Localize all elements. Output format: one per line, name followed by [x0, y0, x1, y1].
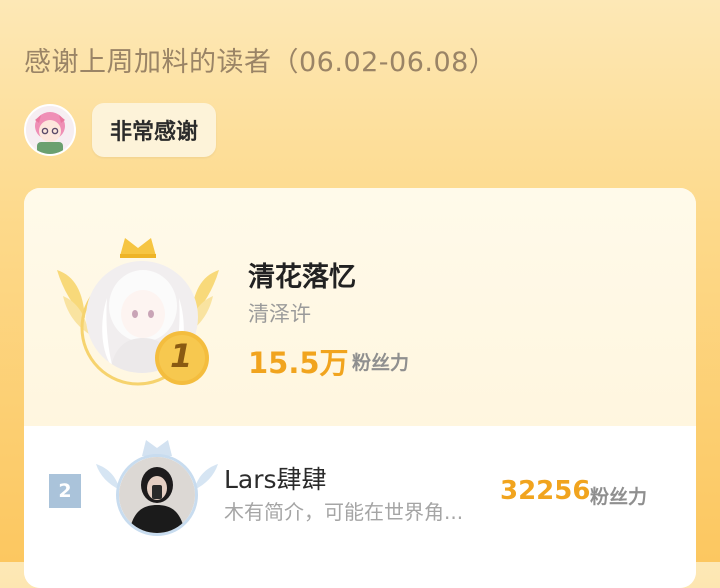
second-reader-bio: 木有简介，可能在世界角... [224, 500, 464, 524]
rank-2-number: 2 [58, 480, 72, 502]
rank-1-number: 1 [170, 337, 193, 375]
second-reader-fan-power: 32256 [500, 476, 591, 506]
second-reader-fan-power-label: 粉丝力 [590, 486, 648, 508]
first-reader-name[interactable]: 清花落忆 [248, 255, 356, 294]
thanks-bubble: 非常感谢 [92, 103, 217, 157]
rank-2-badge: 2 [49, 474, 81, 508]
page-title: 感谢上周加料的读者（06.02-06.08） [24, 47, 497, 78]
first-reader-fan-power-label: 粉丝力 [352, 352, 410, 374]
second-reader-name[interactable]: Lars肆肆 [224, 460, 327, 496]
first-reader-fan-power: 15.5万 [248, 346, 349, 380]
mascot-avatar [24, 104, 76, 156]
second-reader-avatar[interactable] [116, 454, 198, 536]
first-reader-subtitle: 清泽许 [248, 302, 311, 326]
